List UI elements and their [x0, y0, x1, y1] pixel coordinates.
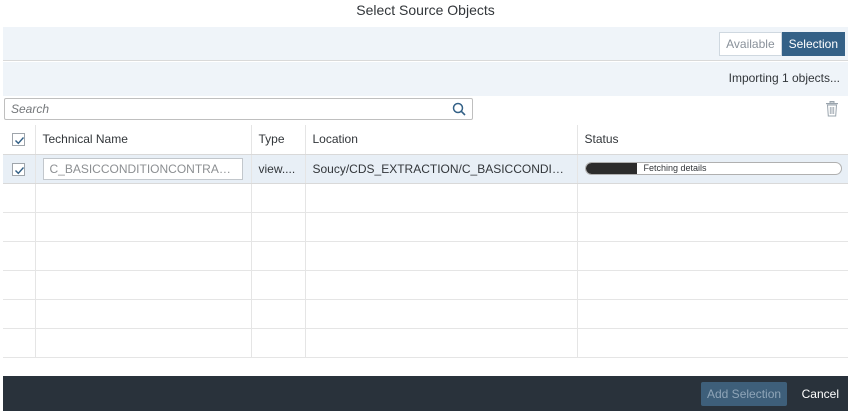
table-cell-empty: [305, 241, 578, 271]
dialog-footer: Add Selection Cancel: [3, 376, 848, 411]
objects-table: Technical Name Type Location Status C_BA…: [3, 125, 848, 358]
table-row-empty: [3, 270, 848, 300]
table-row-empty: [3, 299, 848, 329]
table-cell-empty: [251, 183, 306, 213]
search-row: [3, 96, 848, 124]
importing-status-text: Importing 1 objects...: [728, 71, 840, 85]
table-cell-empty: [251, 328, 306, 358]
table-cell-empty: [577, 328, 848, 358]
table-cell-empty: [3, 299, 36, 329]
table-cell-empty: [35, 241, 252, 271]
table-cell-empty: [577, 183, 848, 213]
progress-fill: [585, 163, 637, 174]
column-header-status[interactable]: Status: [577, 125, 848, 155]
status-cell: Fetching details: [577, 154, 848, 184]
table-cell-empty: [305, 270, 578, 300]
table-cell-empty: [35, 328, 252, 358]
table-cell-empty: [35, 183, 252, 213]
dialog-title: Select Source Objects: [356, 2, 495, 18]
table-cell-empty: [35, 270, 252, 300]
table-cell-empty: [3, 183, 36, 213]
cancel-button[interactable]: Cancel: [802, 382, 839, 406]
table-row-empty: [3, 212, 848, 242]
table-cell-empty: [305, 212, 578, 242]
table-cell-empty: [251, 241, 306, 271]
table-cell-empty: [305, 183, 578, 213]
table-cell-empty: [577, 241, 848, 271]
technical-name-cell: C_BASICCONDITIONCONTRAC...: [35, 154, 252, 184]
technical-name-field[interactable]: C_BASICCONDITIONCONTRAC...: [42, 157, 243, 180]
checkmark-icon: [15, 137, 25, 145]
view-toggle-toolbar: Available Selection: [3, 27, 848, 61]
table-cell-empty: [305, 299, 578, 329]
add-selection-button[interactable]: Add Selection: [701, 382, 788, 406]
view-toggle: Available Selection: [719, 32, 845, 56]
trash-icon[interactable]: [825, 101, 839, 117]
select-all-cell: [3, 125, 36, 155]
table-cell-empty: [3, 328, 36, 358]
table-cell-empty: [251, 299, 306, 329]
checkmark-icon: [15, 166, 25, 174]
table-cell-empty: [577, 270, 848, 300]
table-cell-empty: [3, 270, 36, 300]
table-cell-empty: [577, 299, 848, 329]
column-header-location[interactable]: Location: [305, 125, 578, 155]
available-toggle-button[interactable]: Available: [719, 32, 782, 56]
status-toolbar: Importing 1 objects...: [3, 62, 848, 96]
table-cell-empty: [251, 212, 306, 242]
progress-indicator: Fetching details: [584, 162, 842, 175]
table-cell-empty: [35, 212, 252, 242]
selection-toggle-button[interactable]: Selection: [781, 32, 845, 56]
table-row-empty: [3, 328, 848, 358]
table-cell-empty: [35, 299, 252, 329]
search-box: [4, 98, 473, 120]
table-cell-empty: [577, 212, 848, 242]
column-header-technical-name[interactable]: Technical Name: [35, 125, 252, 155]
row-checkbox[interactable]: [12, 162, 26, 176]
search-input[interactable]: [11, 100, 441, 118]
table-cell-empty: [3, 241, 36, 271]
table-row-empty: [3, 241, 848, 271]
location-cell: Soucy/CDS_EXTRACTION/C_BASICCONDITI...: [305, 154, 578, 184]
column-header-type[interactable]: Type: [251, 125, 306, 155]
table-header-row: Technical Name Type Location Status: [3, 125, 848, 155]
table-cell-empty: [3, 212, 36, 242]
table-row[interactable]: C_BASICCONDITIONCONTRAC... view.... Souc…: [3, 154, 848, 184]
select-all-checkbox[interactable]: [12, 133, 26, 147]
row-select-cell: [3, 154, 36, 184]
type-cell: view....: [251, 154, 306, 184]
progress-text: Fetching details: [643, 163, 707, 173]
table-cell-empty: [305, 328, 578, 358]
table-row-empty: [3, 183, 848, 213]
search-icon[interactable]: [452, 102, 466, 116]
table-cell-empty: [251, 270, 306, 300]
